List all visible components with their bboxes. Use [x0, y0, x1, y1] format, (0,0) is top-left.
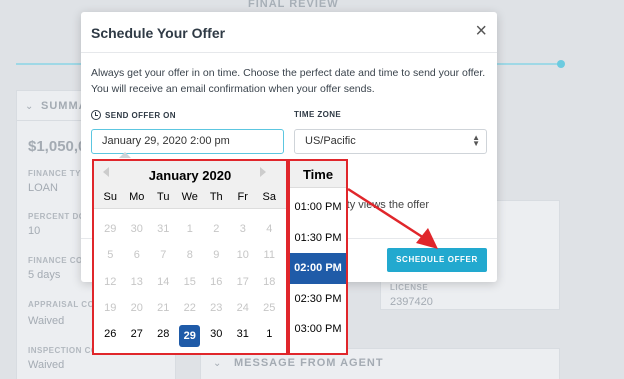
- obscured-text: rty views the offer: [343, 199, 429, 211]
- message-title: MESSAGE FROM AGENT: [234, 357, 384, 369]
- select-arrows-icon: ▲ ▼: [472, 133, 480, 148]
- field-label: PERCENT DO: [28, 212, 86, 221]
- license-label: LICENSE: [390, 283, 429, 292]
- modal-description: Always get your offer in on time. Choose…: [91, 67, 486, 95]
- timezone-value: US/Pacific: [305, 135, 356, 147]
- close-icon[interactable]: ×: [475, 21, 487, 41]
- timezone-select[interactable]: US/Pacific ▲ ▼: [294, 129, 487, 154]
- progress-dot: [557, 60, 565, 68]
- schedule-offer-button[interactable]: SCHEDULE OFFER: [387, 248, 487, 272]
- modal-header: Schedule Your Offer ×: [81, 12, 497, 53]
- field-value: Waived: [28, 359, 65, 371]
- field-label: FINANCE TYP: [28, 169, 87, 178]
- field-value: LOAN: [28, 182, 58, 194]
- send-offer-label-text: SEND OFFER ON: [105, 110, 176, 120]
- field-label: INSPECTION CO: [28, 346, 98, 355]
- time-highlight-box: [288, 159, 348, 355]
- send-offer-label: SEND OFFER ON: [91, 110, 176, 120]
- license-value: 2397420: [390, 296, 433, 308]
- field-label: FINANCE CO: [28, 256, 83, 265]
- field-value: 10: [28, 225, 41, 237]
- send-date-input[interactable]: January 29, 2020 2:00 pm: [91, 129, 284, 154]
- field-label: APPRAISAL CO: [28, 300, 95, 309]
- field-value: Waived: [28, 315, 65, 327]
- chevron-down-icon: ⌄: [213, 358, 222, 369]
- step-title: FINAL REVIEW: [248, 0, 339, 10]
- chevron-down-icon: ⌄: [25, 101, 34, 112]
- timezone-label: TIME ZONE: [294, 110, 342, 119]
- clock-icon: [91, 110, 101, 120]
- modal-title: Schedule Your Offer: [91, 25, 226, 41]
- field-value: 5 days: [28, 269, 61, 281]
- picker-caret: [119, 152, 131, 158]
- calendar-highlight-box: [92, 159, 288, 355]
